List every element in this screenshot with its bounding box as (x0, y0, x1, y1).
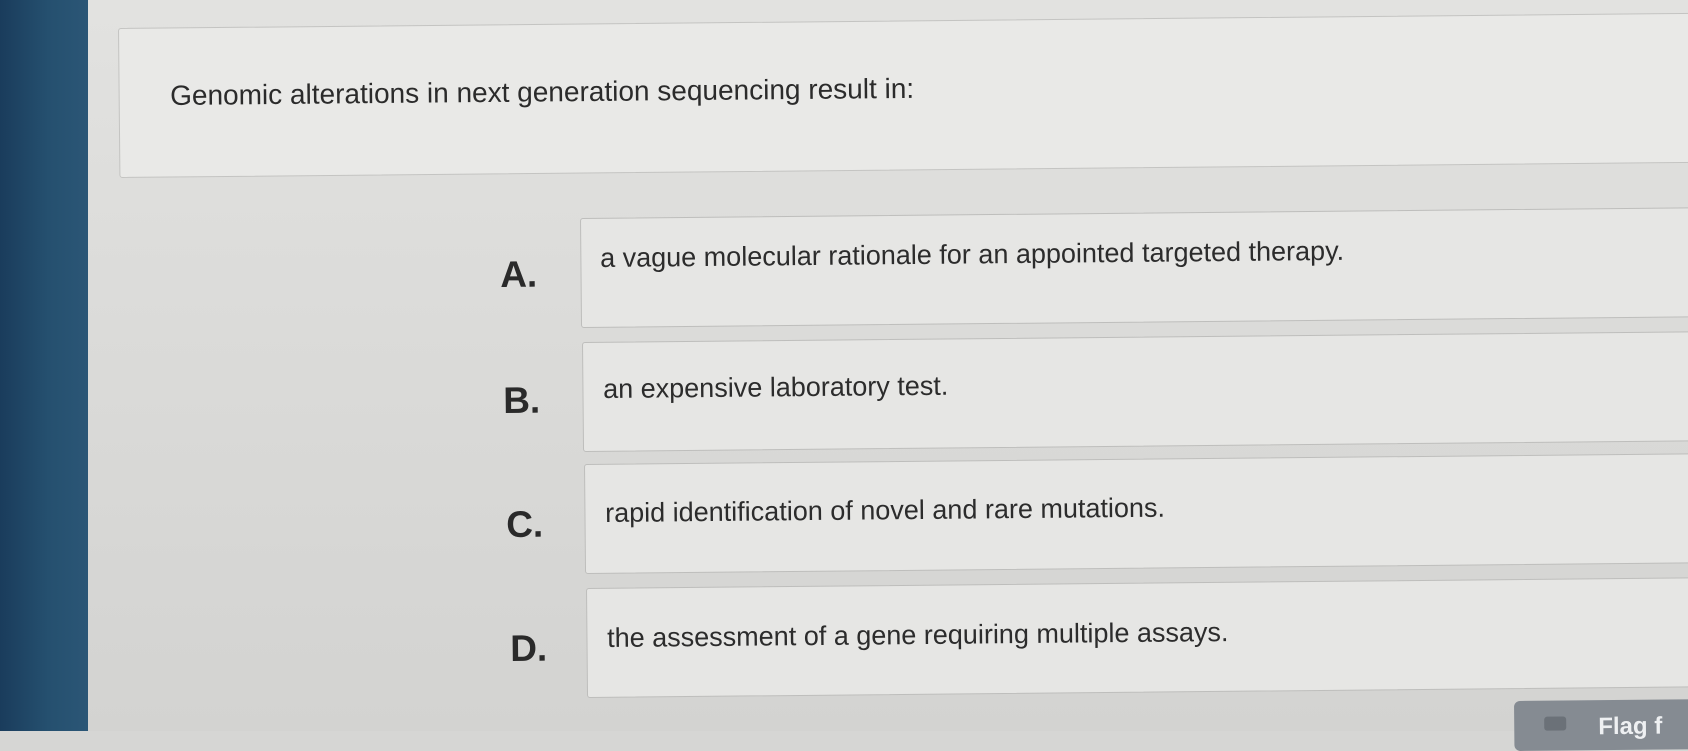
option-d-letter: D. (510, 627, 548, 669)
option-b-letter: B. (503, 379, 541, 421)
monitor-left-edge (0, 0, 88, 731)
option-c-text: rapid identification of novel and rare m… (605, 492, 1166, 528)
option-b-text: an expensive laboratory test. (603, 370, 949, 404)
option-a-letter: A. (500, 253, 538, 295)
flag-button-label: Flag f (1598, 712, 1663, 741)
option-c-letter: C. (506, 503, 544, 545)
option-d-text: the assessment of a gene requiring multi… (607, 617, 1229, 653)
flag-question-button[interactable]: Flag f (1514, 699, 1688, 751)
flag-icon (1544, 716, 1567, 731)
